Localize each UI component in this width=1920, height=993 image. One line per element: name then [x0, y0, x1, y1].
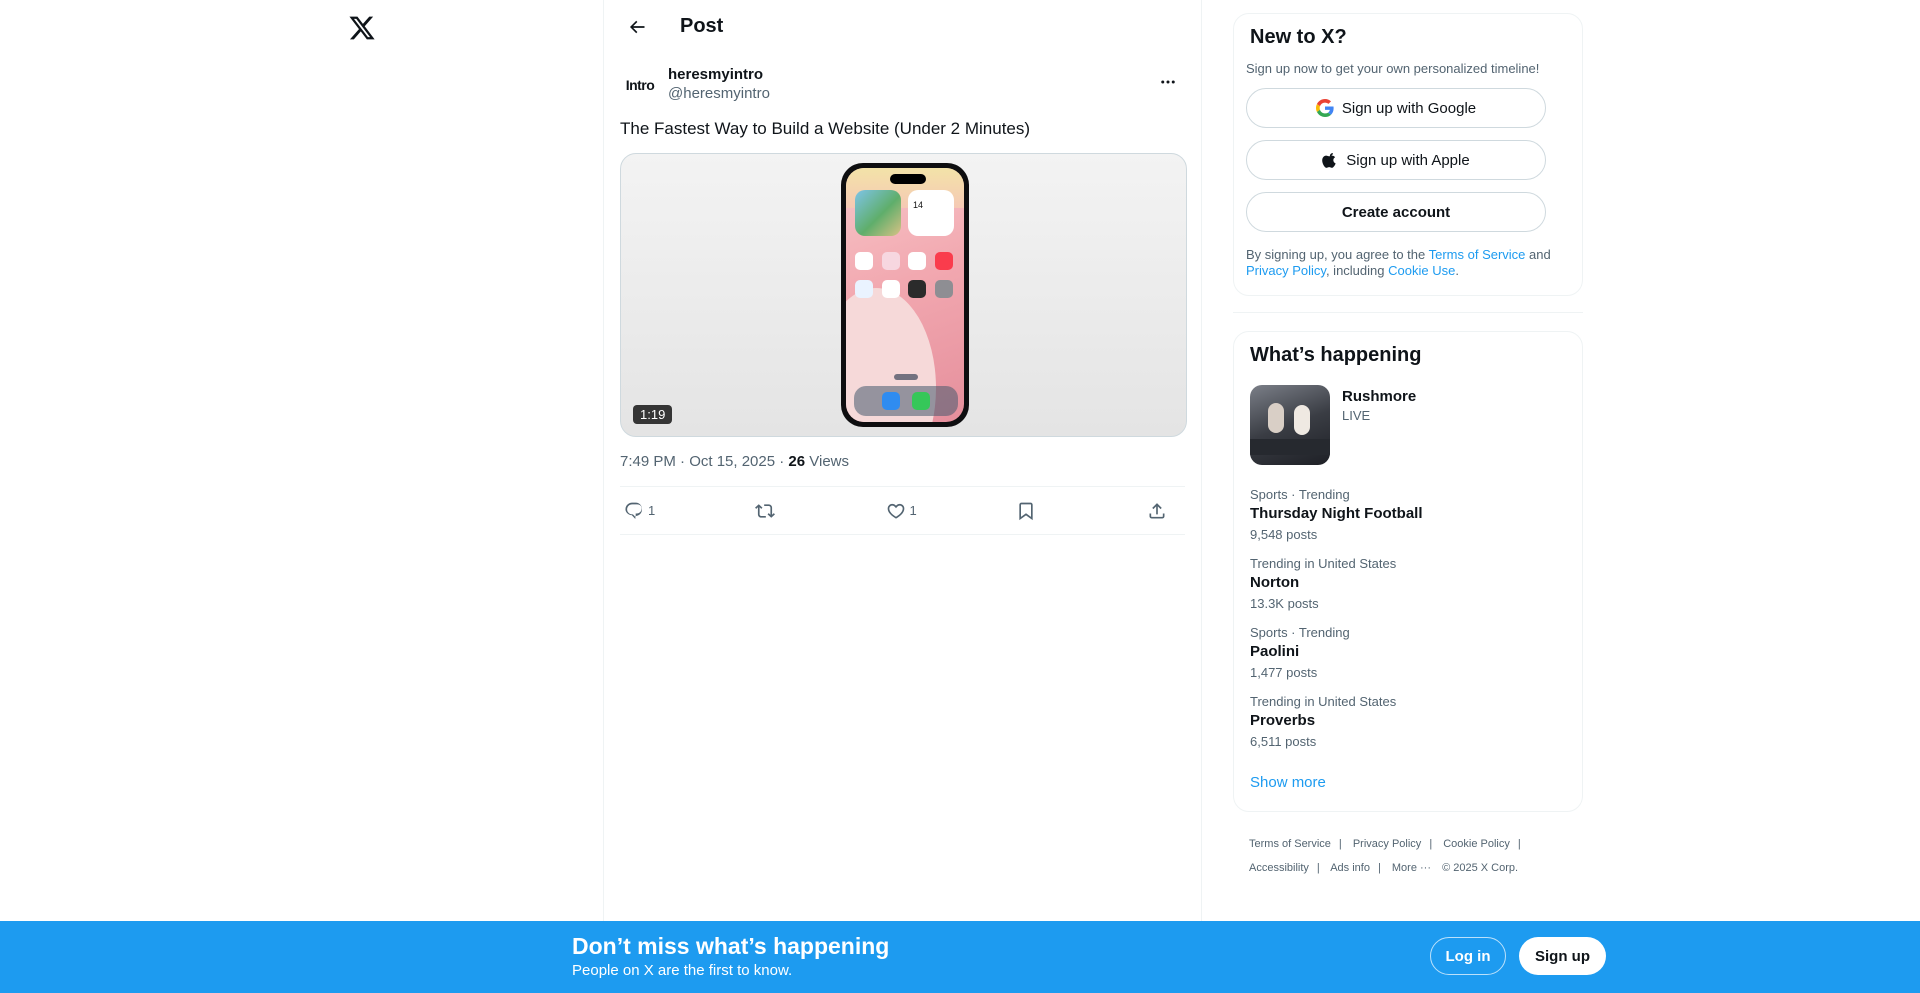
- trend-category: Trending in United States: [1250, 694, 1397, 709]
- signup-apple-label: Sign up with Apple: [1346, 151, 1470, 169]
- repost-icon: [754, 503, 775, 518]
- like-button[interactable]: 1: [886, 501, 920, 521]
- signup-google-label: Sign up with Google: [1341, 99, 1477, 117]
- heart-icon: [887, 503, 904, 519]
- create-account-button[interactable]: Create account: [1246, 192, 1546, 232]
- cookie-use-link[interactable]: Cookie Use: [1388, 263, 1455, 278]
- trend-post-count: 6,511 posts: [1250, 734, 1317, 749]
- signup-google-button[interactable]: Sign up with Google: [1246, 88, 1546, 128]
- trend-item[interactable]: Trending in United States Norton 13.3K p…: [1234, 542, 1582, 611]
- show-more-link[interactable]: Show more: [1234, 749, 1582, 803]
- footer-accessibility-link[interactable]: Accessibility: [1249, 862, 1309, 874]
- trend-post-count: 1,477 posts: [1250, 665, 1318, 680]
- back-button[interactable]: [620, 10, 654, 44]
- signup-apple-button[interactable]: Sign up with Apple: [1246, 140, 1546, 180]
- signup-title: New to X?: [1250, 26, 1347, 48]
- signup-button[interactable]: Sign up: [1519, 937, 1606, 975]
- author-handle[interactable]: @heresmyintro: [668, 84, 770, 103]
- login-button[interactable]: Log in: [1430, 937, 1506, 975]
- phone-calendar-date: 14: [913, 200, 924, 210]
- trend-name: Thursday Night Football: [1250, 505, 1423, 522]
- footer-ads-link[interactable]: Ads info: [1330, 862, 1370, 874]
- post-header: Post: [604, 0, 1201, 53]
- legal-text: .: [1455, 263, 1459, 278]
- video-player[interactable]: 14 1:19: [620, 153, 1187, 437]
- more-options-button[interactable]: [1151, 65, 1185, 99]
- author-display-name[interactable]: heresmyintro: [668, 65, 770, 84]
- trend-category: Sports · Trending: [1250, 487, 1350, 502]
- main-column: Post Intro heresmyintro @heresmyintro Th…: [603, 0, 1202, 993]
- trend-item[interactable]: Trending in United States Proverbs 6,511…: [1234, 680, 1582, 749]
- trend-post-count: 9,548 posts: [1250, 527, 1318, 542]
- more-dots-icon: [1161, 80, 1175, 84]
- sidebar: New to X? Sign up now to get your own pe…: [1233, 0, 1583, 880]
- post-author: Intro heresmyintro @heresmyintro: [620, 65, 1185, 105]
- share-icon: [1149, 502, 1165, 518]
- like-count: 1: [909, 503, 917, 518]
- arrow-left-icon: [629, 20, 645, 33]
- trend-category: Sports · Trending: [1250, 625, 1350, 640]
- legal-text: and: [1525, 247, 1551, 262]
- reply-button[interactable]: 1: [624, 501, 658, 521]
- footer-links: Terms of Service | Privacy Policy | Cookie…: [1249, 838, 1521, 874]
- footer-privacy-link[interactable]: Privacy Policy: [1353, 838, 1421, 850]
- signup-card: New to X? Sign up now to get your own pe…: [1233, 13, 1583, 296]
- trend-post-count: 13.3K posts: [1250, 596, 1319, 611]
- left-nav: [0, 0, 603, 993]
- login-banner: Don’t miss what’s happening People on X …: [0, 921, 1920, 993]
- post-text: The Fastest Way to Build a Website (Unde…: [620, 119, 1031, 138]
- x-logo-icon[interactable]: [346, 12, 378, 44]
- apple-icon: [1322, 152, 1336, 168]
- reply-icon: [625, 502, 643, 519]
- signup-legal: By signing up, you agree to the Terms of…: [1246, 247, 1570, 279]
- privacy-link[interactable]: Privacy Policy: [1246, 263, 1326, 278]
- reply-count: 1: [648, 503, 656, 518]
- google-icon: [1315, 99, 1334, 117]
- terms-link[interactable]: Terms of Service: [1429, 247, 1526, 262]
- post-actions: 1 1: [620, 487, 1185, 535]
- trend-category: Trending in United States: [1250, 556, 1397, 571]
- post-timestamp[interactable]: 7:49 PM · Oct 15, 2025 ·: [620, 453, 788, 470]
- share-button[interactable]: [1147, 501, 1181, 521]
- bookmark-icon: [1019, 502, 1033, 520]
- trend-name: Norton: [1250, 574, 1300, 591]
- trend-item[interactable]: Sports · Trending Thursday Night Footbal…: [1234, 473, 1582, 542]
- footer-terms-link[interactable]: Terms of Service: [1249, 838, 1331, 850]
- signup-subtitle: Sign up now to get your own personalized…: [1246, 61, 1540, 76]
- video-thumbnail: 14: [841, 163, 969, 427]
- live-event-name: Rushmore: [1342, 388, 1417, 405]
- post-meta: 7:49 PM · Oct 15, 2025 · 26 Views: [620, 453, 1185, 487]
- divider: [1233, 312, 1583, 313]
- views-label: Views: [805, 453, 850, 470]
- video-duration-badge: 1:19: [633, 405, 673, 424]
- live-event[interactable]: Rushmore LIVE: [1234, 377, 1582, 473]
- legal-text: , including: [1325, 263, 1389, 278]
- avatar[interactable]: Intro: [620, 65, 660, 105]
- repost-button[interactable]: [754, 501, 789, 521]
- banner-subtitle: People on X are the first to know.: [572, 962, 793, 979]
- live-status-badge: LIVE: [1342, 408, 1371, 423]
- footer-more-link[interactable]: More ···: [1392, 862, 1431, 874]
- trends-title: What’s happening: [1250, 344, 1422, 366]
- bookmark-button[interactable]: [1016, 501, 1050, 521]
- legal-text: By signing up, you agree to the: [1246, 247, 1429, 262]
- post-article: Intro heresmyintro @heresmyintro The Fas…: [604, 65, 1201, 535]
- trend-name: Proverbs: [1250, 712, 1316, 729]
- page-title: Post: [680, 15, 724, 37]
- footer-cookie-link[interactable]: Cookie Policy: [1443, 838, 1510, 850]
- views-count: 26: [788, 453, 806, 470]
- live-thumbnail: [1250, 385, 1330, 465]
- trend-name: Paolini: [1250, 643, 1300, 660]
- banner-title: Don’t miss what’s happening: [572, 933, 890, 959]
- trends-card: What’s happening Rushmore LIVE Sports · …: [1233, 331, 1583, 812]
- trend-item[interactable]: Sports · Trending Paolini 1,477 posts: [1234, 611, 1582, 680]
- footer-copyright: © 2025 X Corp.: [1442, 862, 1519, 874]
